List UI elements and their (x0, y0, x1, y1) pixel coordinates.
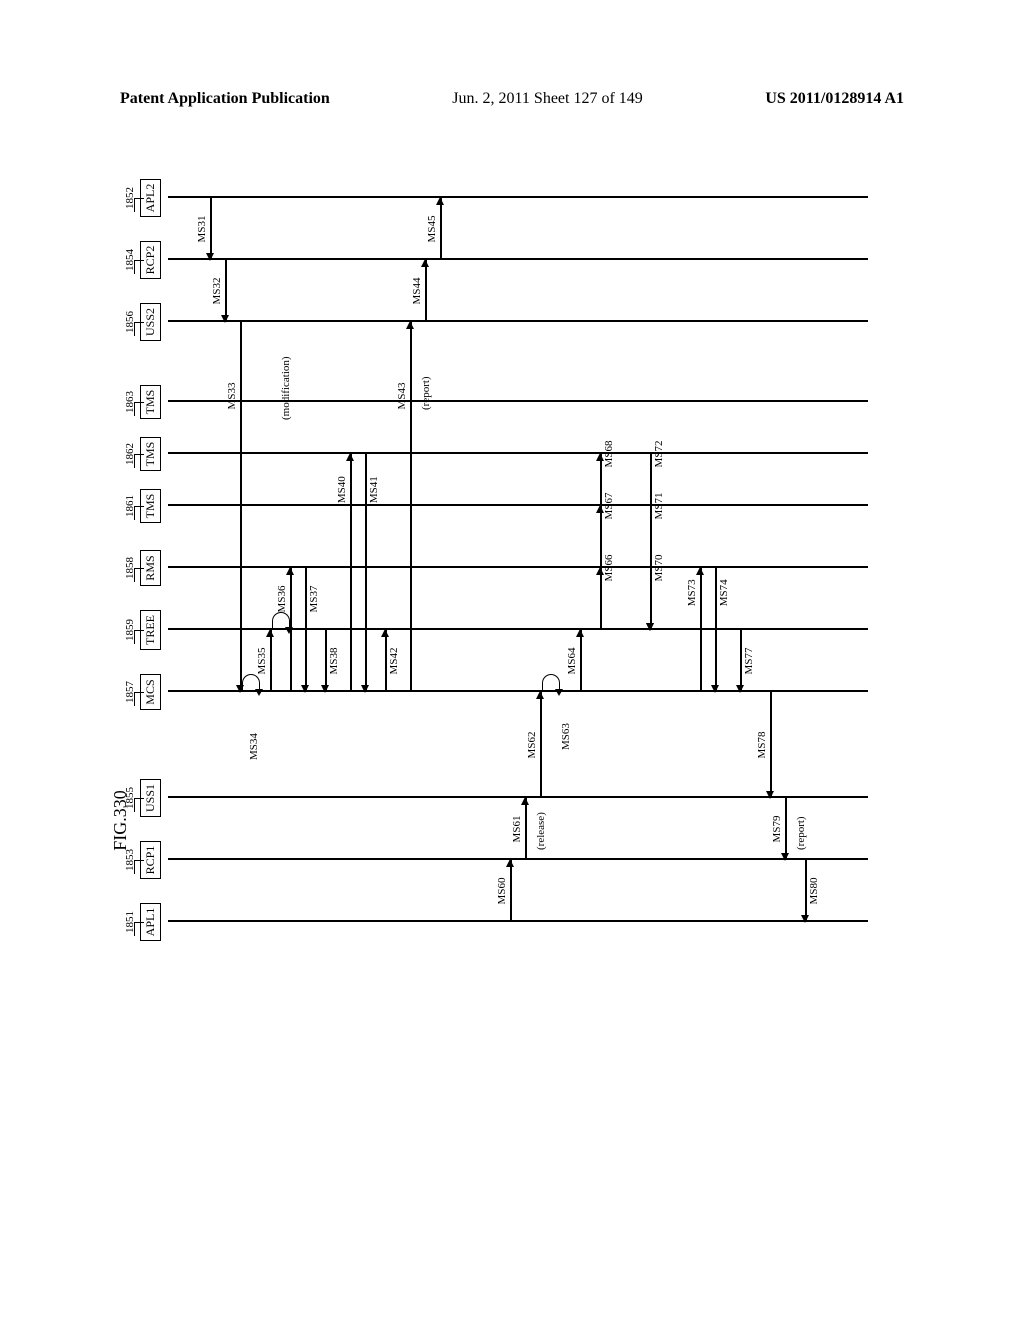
msg-label: MS79 (771, 816, 783, 843)
actor-rcp1: 1853 RCP1 (140, 832, 161, 888)
msg-label: MS61 (511, 816, 523, 843)
msg-label: MS41 (368, 476, 380, 503)
msg-ms32: MS32 (225, 260, 227, 322)
msg-label: MS38 (328, 648, 340, 675)
note-release: (release) (535, 812, 547, 850)
msg-ms33: MS33 (240, 322, 242, 692)
msg-label: MS64 (566, 648, 578, 675)
self-loop-mcs-1 (242, 674, 260, 692)
actor-rcp2: 1854 RCP2 (140, 232, 161, 288)
msg-label: MS77 (743, 648, 755, 675)
actor-tms1: 1861 TMS (140, 478, 161, 534)
msg-ms80: MS80 (805, 860, 807, 922)
msg-label: MS34 (248, 733, 260, 760)
actor-uss2: 1856 USS2 (140, 294, 161, 350)
msg-ms73: MS73 (700, 568, 702, 692)
actor-uss1: 1855 USS1 (140, 770, 161, 826)
msg-label: MS80 (808, 878, 820, 905)
msg-label: MS60 (496, 878, 508, 905)
msg-ms78: MS78 (770, 692, 772, 798)
msg-label: MS74 (718, 579, 730, 606)
msg-ms40: MS40 (350, 454, 352, 692)
actor-rms: 1858 RMS (140, 540, 161, 596)
actor-apl1: 1851 APL1 (140, 894, 161, 950)
msg-ms72: MS72 (650, 454, 652, 630)
msg-label: MS63 (560, 723, 572, 750)
sequence-diagram: 1851 APL1 1853 RCP1 1855 USS1 1857 MCS (140, 200, 900, 960)
msg-ms31: MS31 (210, 198, 212, 260)
msg-label: MS36 (276, 586, 288, 613)
header-right: US 2011/0128914 A1 (765, 90, 904, 108)
msg-ms37: MS37 (305, 568, 307, 692)
note-report2: (report) (795, 816, 807, 850)
figure-page: 1851 APL1 1853 RCP1 1855 USS1 1857 MCS (100, 140, 924, 1220)
msg-label: MS35 (256, 648, 268, 675)
msg-ms64: MS64 (580, 630, 582, 692)
actor-tms2: 1862 TMS (140, 426, 161, 482)
msg-ms35: MS35 (270, 630, 272, 692)
msg-ms62: MS62 (540, 692, 542, 798)
msg-label: MS43 (396, 383, 408, 410)
figure-label: FIG.330 (110, 790, 131, 851)
msg-label: MS66 (603, 555, 615, 582)
msg-label: MS44 (411, 278, 423, 305)
msg-label: MS72 (653, 441, 665, 468)
msg-ms44: MS44 (425, 260, 427, 322)
msg-ms36: MS36 (290, 568, 292, 692)
msg-ms60: MS60 (510, 860, 512, 922)
msg-ms41: MS41 (365, 454, 367, 692)
msg-label: MS78 (756, 732, 768, 759)
msg-label: MS62 (526, 732, 538, 759)
msg-label: MS40 (336, 476, 348, 503)
actor-tms3: 1863 TMS (140, 374, 161, 430)
msg-label: MS32 (211, 278, 223, 305)
msg-label: MS70 (653, 555, 665, 582)
self-loop-tree-1 (272, 612, 290, 630)
msg-ms38: MS38 (325, 630, 327, 692)
msg-label: MS31 (196, 216, 208, 243)
page-header: Patent Application Publication Jun. 2, 2… (0, 90, 1024, 108)
note-modification: (modification) (280, 356, 292, 420)
msg-ms68: MS68 (600, 454, 602, 630)
msg-ms42: MS42 (385, 630, 387, 692)
msg-label: MS33 (226, 383, 238, 410)
self-loop-mcs-2 (542, 674, 560, 692)
actor-tree: 1859 TREE (140, 602, 161, 658)
actor-apl2: 1852 APL2 (140, 170, 161, 226)
msg-ms61: MS61 (525, 798, 527, 860)
msg-label: MS67 (603, 493, 615, 520)
msg-label: MS73 (686, 579, 698, 606)
msg-label: MS37 (308, 586, 320, 613)
note-report1: (report) (420, 376, 432, 410)
msg-ms43: MS43 (410, 322, 412, 692)
msg-ms79: MS79 (785, 798, 787, 860)
msg-label: MS42 (388, 648, 400, 675)
actor-mcs: 1857 MCS (140, 664, 161, 720)
msg-label: MS71 (653, 493, 665, 520)
header-left: Patent Application Publication (120, 90, 330, 108)
msg-label: MS45 (426, 216, 438, 243)
header-center: Jun. 2, 2011 Sheet 127 of 149 (452, 90, 643, 108)
msg-ms77: MS77 (740, 630, 742, 692)
msg-ms45: MS45 (440, 198, 442, 260)
msg-ms74: MS74 (715, 568, 717, 692)
msg-label: MS68 (603, 441, 615, 468)
